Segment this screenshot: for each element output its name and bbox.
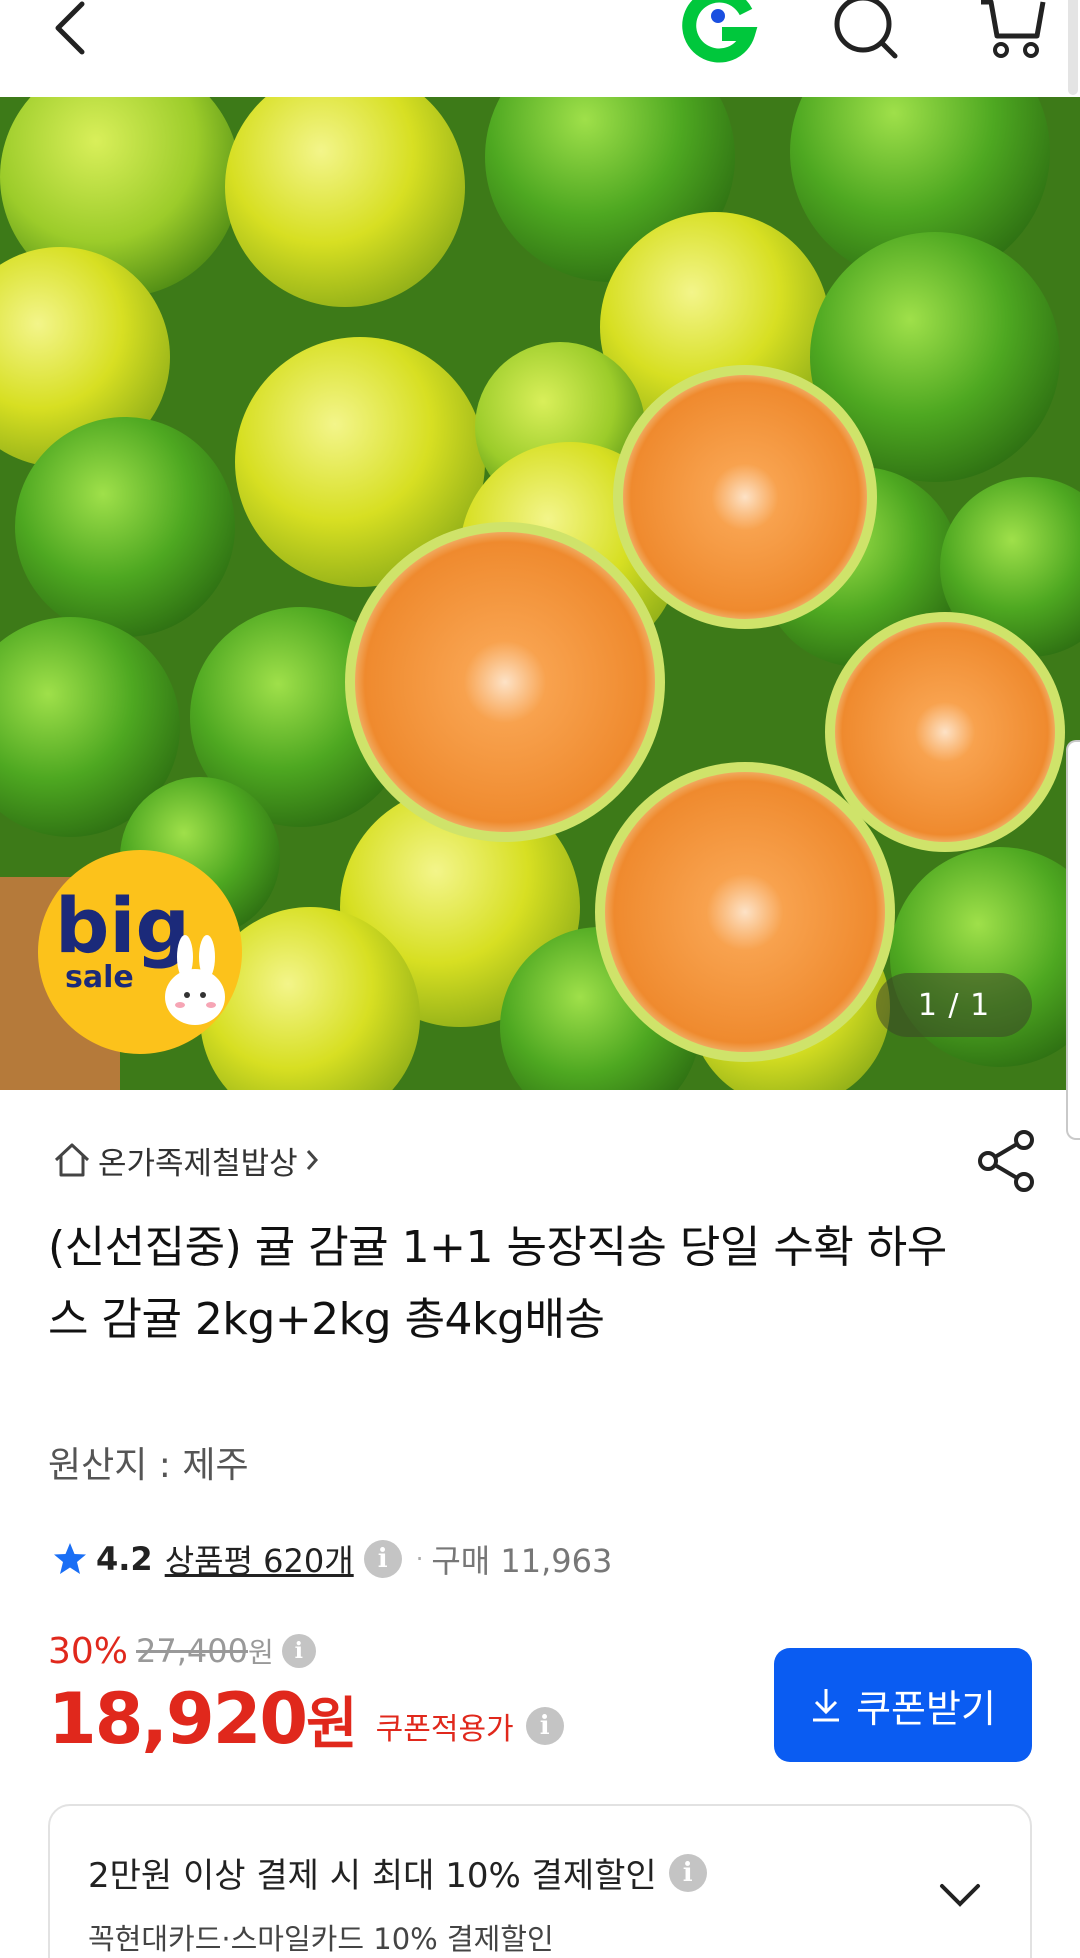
star-icon	[54, 1543, 86, 1574]
product-title: (신선집중) 귤 감귤 1+1 농장직송 당일 수확 하우스 감귤 2kg+2k…	[48, 1222, 947, 1345]
separator-dot: ·	[415, 1545, 424, 1573]
search-button[interactable]	[828, 0, 904, 60]
download-icon	[813, 1689, 840, 1722]
badge-sale-text: sale	[65, 960, 134, 995]
chevron-down-icon[interactable]	[930, 1864, 990, 1924]
scrollbar-top	[1068, 0, 1078, 95]
payment-discount-card[interactable]: 2만원 이상 결제 시 최대 10% 결제할인 i 꼭현대카드·스마일카드 10…	[48, 1804, 1032, 1958]
coupon-price-label: 쿠폰적용가	[375, 1712, 514, 1747]
final-price-row: 18,920 원 쿠폰적용가 i	[48, 1676, 564, 1762]
coupon-info-icon[interactable]: i	[525, 1707, 564, 1745]
product-origin: 원산지 : 제주	[48, 1445, 249, 1486]
final-price-unit: 원	[306, 1691, 358, 1757]
cart-button[interactable]	[974, 0, 1050, 60]
store-name: 온가족제철밥상	[98, 1145, 298, 1182]
payment-discount-title: 2만원 이상 결제 시 최대 10% 결제할인	[88, 1856, 657, 1896]
share-button[interactable]	[974, 1128, 1040, 1194]
chevron-right-icon	[306, 1150, 318, 1170]
product-image-carousel[interactable]: big sale 1 / 1	[0, 97, 1080, 1090]
discount-rate: 30%	[48, 1630, 129, 1672]
get-coupon-label: 쿠폰받기	[856, 1686, 996, 1731]
payment-info-icon[interactable]: i	[668, 1853, 707, 1892]
info-icon[interactable]: i	[363, 1540, 402, 1578]
chevron-left-icon	[55, 1, 85, 55]
price-info-icon[interactable]: i	[281, 1634, 316, 1668]
back-button[interactable]	[40, 0, 100, 60]
rating-score: 4.2	[96, 1540, 153, 1578]
big-sale-badge: big sale	[35, 847, 245, 1057]
g-logo-icon[interactable]	[676, 0, 760, 63]
purchase-count: 구매 11,963	[431, 1542, 613, 1580]
payment-discount-subtitle: 꼭현대카드·스마일카드 10% 결제할인	[88, 1922, 554, 1956]
store-link[interactable]: 온가족제철밥상	[52, 1138, 322, 1182]
cart-icon	[981, 0, 1046, 58]
get-coupon-button[interactable]: 쿠폰받기	[774, 1648, 1032, 1762]
discount-row: 30% 27,400 원 i	[48, 1628, 316, 1674]
rating-row: 4.2 상품평 620개 i · 구매 11,963	[52, 1534, 612, 1584]
original-price-unit: 원	[247, 1636, 274, 1669]
image-page-indicator: 1 / 1	[876, 973, 1032, 1037]
badge-big-text: big	[55, 881, 190, 970]
side-scroll-handle[interactable]	[1066, 740, 1080, 1140]
top-app-bar	[0, 0, 1080, 97]
share-icon	[978, 1130, 1034, 1192]
home-icon	[54, 1143, 90, 1177]
review-count-link[interactable]: 상품평 620개	[165, 1536, 354, 1582]
search-icon	[834, 0, 898, 59]
original-price: 27,400	[136, 1632, 248, 1670]
final-price: 18,920	[48, 1678, 308, 1760]
payment-discount-title-row: 2만원 이상 결제 시 최대 10% 결제할인 i	[88, 1848, 707, 1897]
